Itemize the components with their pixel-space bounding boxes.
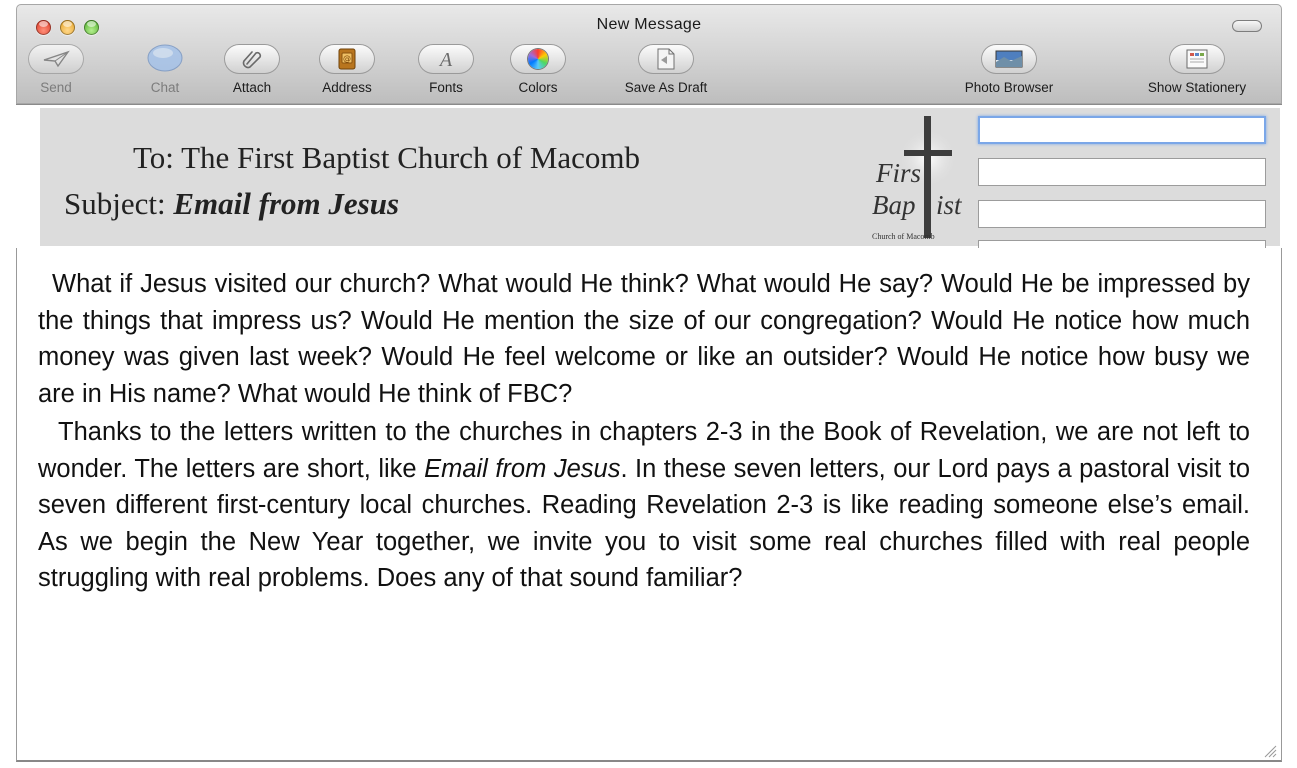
address-book-icon: @ (319, 44, 375, 74)
fonts-label: Fonts (429, 80, 463, 95)
address-label: Address (322, 80, 372, 95)
church-logo: Firs Bap ist Church of Macomb (866, 114, 974, 246)
message-body[interactable]: What if Jesus visited our church? What w… (38, 266, 1250, 597)
logo-tagline: Church of Macomb (872, 232, 935, 241)
logo-line-1: Firs (876, 158, 922, 188)
to-field[interactable] (978, 116, 1266, 144)
send-button[interactable]: Send (16, 44, 96, 95)
extra-header-field[interactable] (978, 240, 1266, 248)
mail-compose-window: New Message Send Chat Attach @ Address A… (0, 0, 1297, 768)
paragraph-1: What if Jesus visited our church? What w… (38, 270, 1250, 408)
attach-label: Attach (232, 80, 272, 95)
chat-label: Chat (150, 80, 180, 95)
color-wheel-icon (510, 44, 566, 74)
svg-text:A: A (438, 49, 453, 70)
header-fields (968, 116, 1268, 248)
logo-line-2: Bap (872, 190, 916, 220)
fonts-icon: A (418, 44, 474, 74)
toolbar: New Message Send Chat Attach @ Address A… (16, 4, 1282, 105)
address-button[interactable]: @ Address (302, 44, 392, 95)
colors-label: Colors (518, 80, 558, 95)
to-label: To: (133, 140, 174, 175)
show-stationery-label: Show Stationery (1147, 80, 1247, 95)
svg-text:@: @ (343, 54, 351, 63)
send-icon (28, 44, 84, 74)
subject-value: Email from Jesus (173, 186, 400, 221)
paragraph-2-italic: Email from Jesus (424, 454, 621, 483)
cc-field[interactable] (978, 158, 1266, 186)
paperclip-icon (224, 44, 280, 74)
to-value: The First Baptist Church of Macomb (181, 140, 641, 175)
save-as-draft-button[interactable]: Save As Draft (596, 44, 736, 95)
photo-browser-label: Photo Browser (964, 80, 1054, 95)
paragraph-2: Thanks to the letters written to the chu… (38, 414, 1250, 597)
toolbar-toggle-button[interactable] (1232, 20, 1262, 32)
resize-grip-icon[interactable] (1263, 744, 1277, 758)
subject-line: Subject: Email from Jesus (64, 186, 399, 222)
send-label: Send (40, 80, 72, 95)
subject-label: Subject: (64, 186, 166, 221)
fonts-button[interactable]: A Fonts (406, 44, 486, 95)
chat-icon (145, 44, 185, 74)
photo-browser-button[interactable]: Photo Browser (944, 44, 1074, 95)
save-as-draft-label: Save As Draft (624, 80, 708, 95)
draft-document-icon (638, 44, 694, 74)
photo-icon (981, 44, 1037, 74)
attach-button[interactable]: Attach (212, 44, 292, 95)
colors-button[interactable]: Colors (498, 44, 578, 95)
subject-field[interactable] (978, 200, 1266, 228)
window-title: New Message (596, 16, 702, 33)
logo-line-3: ist (936, 190, 962, 220)
chat-button[interactable]: Chat (130, 44, 200, 95)
to-line: To: The First Baptist Church of Macomb (133, 140, 640, 176)
stationery-icon (1169, 44, 1225, 74)
show-stationery-button[interactable]: Show Stationery (1122, 44, 1272, 95)
